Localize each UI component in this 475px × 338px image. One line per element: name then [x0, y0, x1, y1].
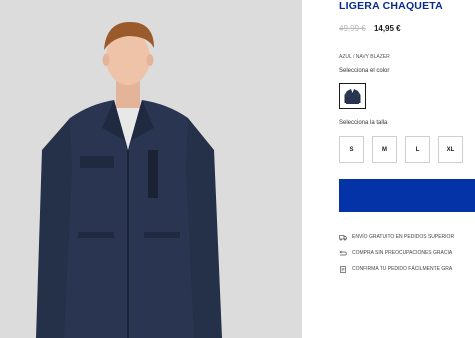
document-icon [339, 265, 347, 273]
return-arrow-icon [339, 250, 347, 257]
old-price: 49,99 € [339, 24, 366, 33]
jacket-thumbnail-icon [343, 87, 362, 105]
size-button-s[interactable]: S [339, 136, 364, 163]
benefit-worry-free: COMPRA SIN PREOCUPACIONES GRACIA [339, 248, 475, 258]
product-photo [0, 0, 302, 338]
benefit-text: CONFIRMA TU PEDIDO FÁCILMENTE GRA [352, 266, 453, 272]
color-name: AZUL / NAVY BLAZER [339, 54, 390, 60]
benefit-text: COMPRA SIN PREOCUPACIONES GRACIA [352, 250, 453, 256]
benefit-easy-confirm: CONFIRMA TU PEDIDO FÁCILMENTE GRA [339, 264, 475, 274]
truck-icon [339, 234, 347, 241]
sale-price: 14,95 € [373, 24, 401, 33]
size-select-label: Selecciona la talla [339, 120, 388, 126]
product-details: LIGERA CHAQUETA 49,99 € 14,95 € AZUL / N… [339, 0, 475, 338]
color-select-label: Selecciona el color [339, 68, 390, 74]
benefit-free-shipping: ENVÍO GRATUITO EN PEDIDOS SUPERIOR [339, 232, 475, 242]
product-title: LIGERA CHAQUETA [339, 0, 443, 12]
size-button-m[interactable]: M [372, 136, 397, 163]
color-swatch-navy[interactable] [339, 83, 366, 109]
price-block: 49,99 € 14,95 € [339, 24, 401, 33]
size-button-l[interactable]: L [405, 136, 430, 163]
add-to-cart-button[interactable] [339, 179, 475, 212]
size-button-xl[interactable]: XL [438, 136, 463, 163]
benefit-text: ENVÍO GRATUITO EN PEDIDOS SUPERIOR [352, 234, 455, 240]
